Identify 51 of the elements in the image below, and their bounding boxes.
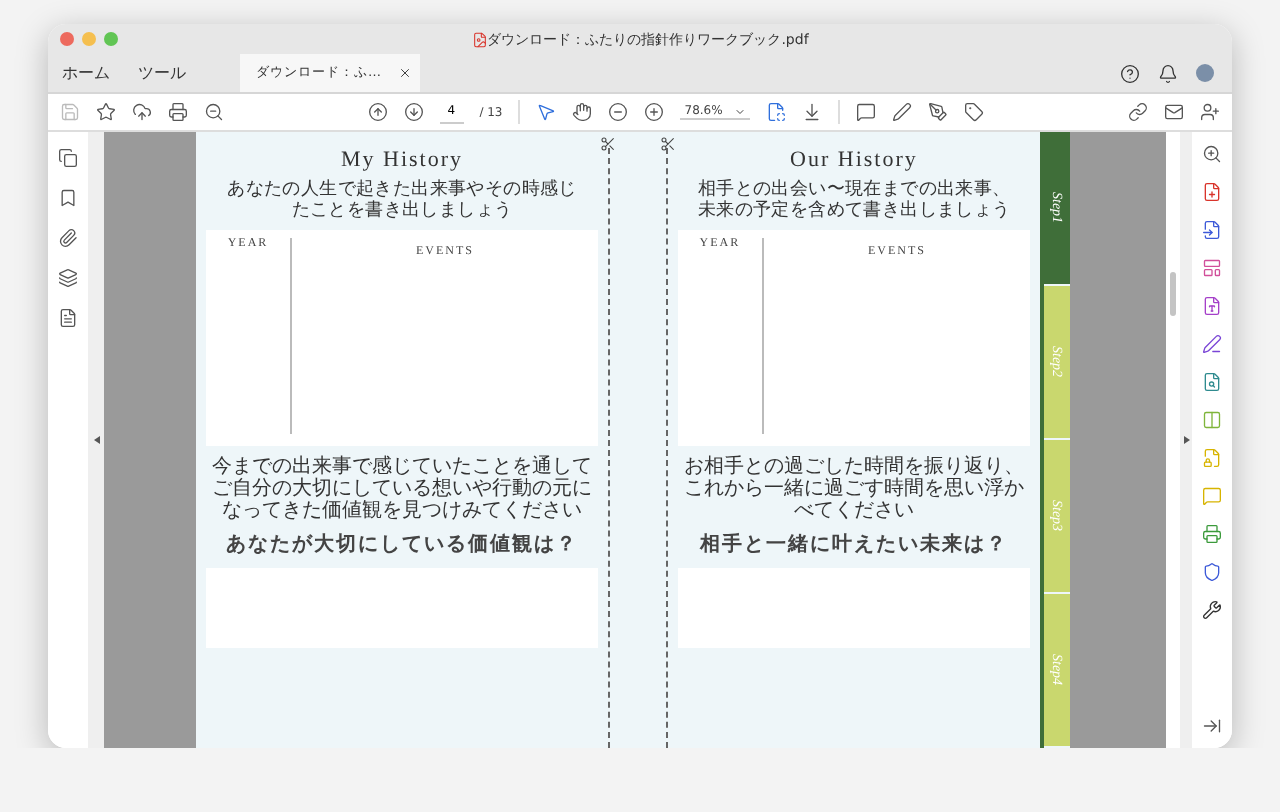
paperclip-icon[interactable] xyxy=(58,228,78,248)
question-heading: あなたが大切にしている価値観は？ xyxy=(226,531,579,558)
nav-tab[interactable]: ツール xyxy=(124,54,200,92)
question-heading: 相手と一緒に叶えたい未来は？ xyxy=(699,531,1008,558)
page-heading: Our History xyxy=(790,148,918,172)
next-page-icon[interactable] xyxy=(403,102,424,122)
zoom-in-icon[interactable] xyxy=(644,102,665,122)
collapse-panel-icon[interactable] xyxy=(1202,716,1222,736)
zoom-in-icon[interactable] xyxy=(1202,144,1222,164)
avatar[interactable] xyxy=(1196,64,1214,82)
instruction-text: 今までの出来事で感じていたことを通して ご自分の大切にしている想いや行動の元になってきた価値観を見つけみてください xyxy=(210,456,595,522)
help-icon[interactable] xyxy=(1120,63,1140,83)
comment-icon[interactable] xyxy=(856,102,877,122)
document-icon[interactable] xyxy=(58,308,78,328)
cloud-upload-icon[interactable] xyxy=(132,102,152,122)
create-pdf-icon[interactable] xyxy=(1202,182,1222,202)
bookmark-icon[interactable] xyxy=(58,188,78,208)
page-heading: My History xyxy=(341,148,464,172)
pen-icon[interactable] xyxy=(892,102,913,122)
scan-icon[interactable] xyxy=(1202,372,1222,392)
zoom-out-icon[interactable] xyxy=(204,102,224,122)
hand-icon[interactable] xyxy=(572,102,593,122)
scissors-icon xyxy=(659,136,676,152)
print-production-icon[interactable] xyxy=(1202,524,1222,544)
link-icon[interactable] xyxy=(1128,102,1149,122)
subtitle-text: 相手との出会い〜現在までの出来事、未来の予定を含めて書き出しましょう xyxy=(695,179,1013,221)
organize-pages-icon[interactable] xyxy=(1202,258,1222,278)
close-icon[interactable] xyxy=(398,66,412,80)
tag-icon[interactable] xyxy=(964,102,985,122)
subtitle-text: あなたの人生で起きた出来事やその時感じたことを書き出しましょう xyxy=(225,179,579,221)
previous-page-icon[interactable] xyxy=(367,102,388,122)
tools-icon[interactable] xyxy=(1202,600,1222,620)
scrollbar-thumb[interactable] xyxy=(1170,272,1176,316)
mail-icon[interactable] xyxy=(1164,102,1185,122)
edit-pdf-icon[interactable] xyxy=(1202,296,1222,316)
bell-icon[interactable] xyxy=(1158,63,1178,83)
pages-icon[interactable] xyxy=(58,148,78,168)
scissors-icon xyxy=(600,136,617,152)
pointer-icon[interactable] xyxy=(536,102,557,122)
share-icon[interactable] xyxy=(1200,102,1221,122)
shield-icon[interactable] xyxy=(1202,562,1222,582)
star-icon[interactable] xyxy=(96,102,116,122)
fill-sign-icon[interactable] xyxy=(1202,334,1222,354)
export-pdf-icon[interactable] xyxy=(1202,220,1222,240)
printer-icon[interactable] xyxy=(168,102,188,122)
nav-tab[interactable]: ホーム xyxy=(48,54,124,92)
zoom-out-icon[interactable] xyxy=(608,102,629,122)
caret-icon xyxy=(734,105,747,117)
sign-icon[interactable] xyxy=(928,102,949,122)
layers-icon[interactable] xyxy=(58,268,78,288)
instruction-text: お相手との過ごした時間を振り返り、 これから一緒に過ごす時間を思い浮かべてください xyxy=(681,456,1026,522)
